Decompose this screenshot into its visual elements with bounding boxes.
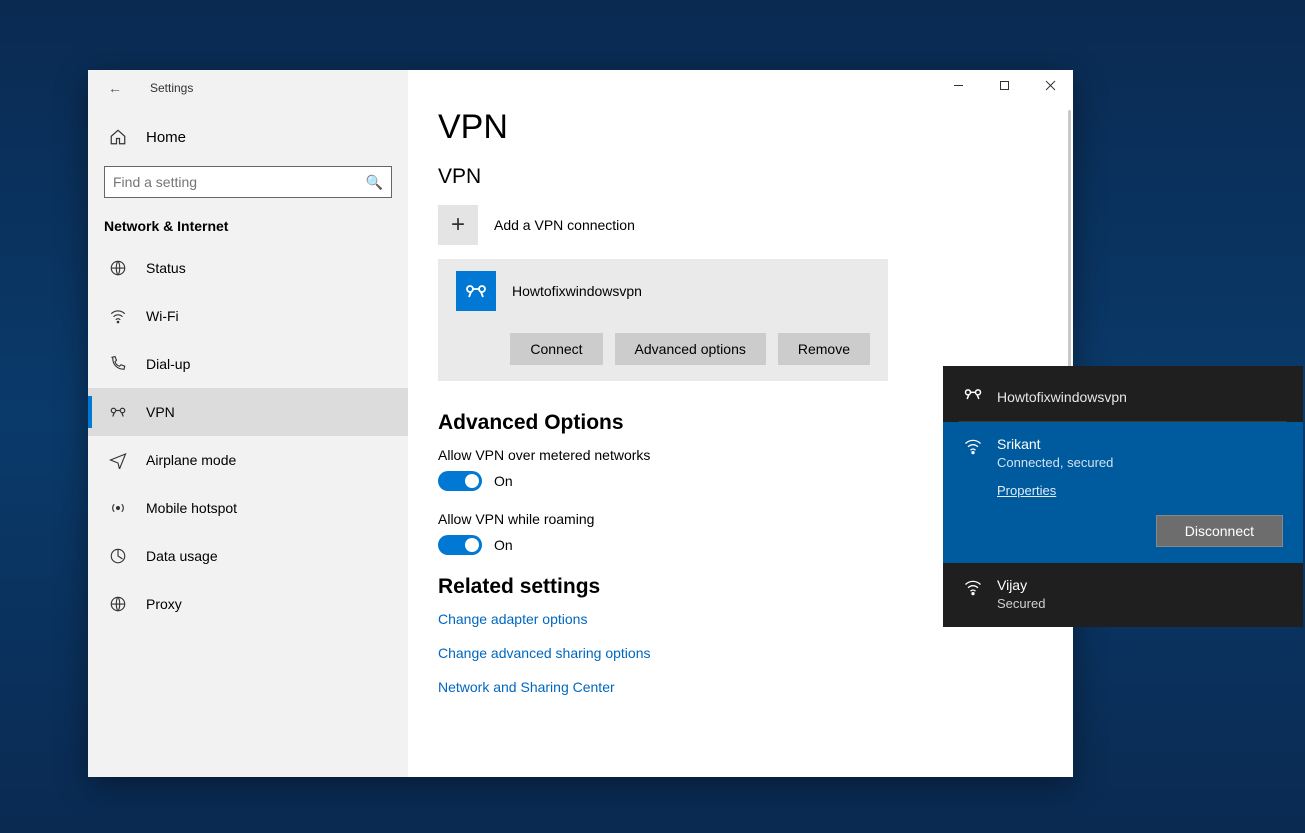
globe-icon: [108, 259, 128, 277]
flyout-network-srikant[interactable]: Srikant Connected, secured Properties Disco…: [943, 422, 1303, 563]
search-box[interactable]: 🔍: [104, 166, 392, 198]
nav-item-data-usage[interactable]: Data usage: [88, 532, 408, 580]
nav-item-label: Status: [146, 260, 186, 276]
home-label: Home: [146, 129, 186, 146]
toggle-metered-state: On: [494, 473, 513, 489]
wifi-icon: [963, 436, 983, 547]
nav-item-proxy[interactable]: Proxy: [88, 580, 408, 628]
category-header: Network & Internet: [88, 198, 408, 244]
vpn-icon: [963, 384, 983, 409]
network-status: Connected, secured: [997, 455, 1283, 470]
vpn-icon: [108, 403, 128, 421]
data-icon: [108, 547, 128, 565]
proxy-icon: [108, 595, 128, 613]
back-arrow-icon[interactable]: ←: [108, 80, 122, 96]
nav-item-vpn[interactable]: VPN: [88, 388, 408, 436]
vpn-connection-name: Howtofixwindowsvpn: [512, 283, 642, 299]
search-wrap: 🔍: [88, 156, 408, 198]
nav-item-label: Mobile hotspot: [146, 500, 237, 516]
network-name: Srikant: [997, 436, 1283, 452]
nav-item-label: Dial-up: [146, 356, 190, 372]
home-icon: [108, 128, 128, 146]
nav-item-label: Data usage: [146, 548, 218, 564]
connect-button[interactable]: Connect: [510, 333, 602, 365]
network-status: Secured: [997, 596, 1283, 611]
search-input[interactable]: [113, 174, 366, 190]
settings-window: ← Settings Home 🔍 Network & Internet Sta…: [88, 70, 1073, 777]
vpn-section-title: VPN: [438, 165, 1043, 189]
flyout-vpn-name: Howtofixwindowsvpn: [997, 389, 1127, 405]
phone-icon: [108, 355, 128, 373]
advanced-options-button[interactable]: Advanced options: [615, 333, 766, 365]
wifi-icon: [963, 577, 983, 611]
app-title: Settings: [150, 81, 193, 95]
vpn-connection-card[interactable]: Howtofixwindowsvpn Connect Advanced opti…: [438, 259, 888, 381]
close-button[interactable]: [1027, 70, 1073, 100]
flyout-network-vijay[interactable]: Vijay Secured: [943, 563, 1303, 627]
scrollbar[interactable]: [1068, 110, 1071, 390]
minimize-button[interactable]: [935, 70, 981, 100]
nav-item-wi-fi[interactable]: Wi-Fi: [88, 292, 408, 340]
vpn-icon: [456, 271, 496, 311]
add-vpn-row[interactable]: + Add a VPN connection: [438, 205, 1043, 245]
plus-icon: +: [438, 205, 478, 245]
link-advanced-sharing[interactable]: Change advanced sharing options: [438, 645, 1043, 661]
page-title: VPN: [438, 108, 1043, 147]
nav-item-label: Proxy: [146, 596, 182, 612]
nav-item-label: Wi-Fi: [146, 308, 179, 324]
add-vpn-label: Add a VPN connection: [494, 217, 635, 233]
nav-item-label: VPN: [146, 404, 175, 420]
maximize-button[interactable]: [981, 70, 1027, 100]
toggle-roaming[interactable]: [438, 535, 482, 555]
nav-item-mobile-hotspot[interactable]: Mobile hotspot: [88, 484, 408, 532]
flyout-vpn-item[interactable]: Howtofixwindowsvpn: [943, 366, 1303, 421]
airplane-icon: [108, 451, 128, 469]
network-flyout: Howtofixwindowsvpn Srikant Connected, sec…: [943, 366, 1303, 627]
remove-button[interactable]: Remove: [778, 333, 870, 365]
network-name: Vijay: [997, 577, 1283, 593]
sidebar: ← Settings Home 🔍 Network & Internet Sta…: [88, 70, 408, 777]
network-properties-link[interactable]: Properties: [997, 483, 1283, 498]
nav-item-status[interactable]: Status: [88, 244, 408, 292]
toggle-roaming-state: On: [494, 537, 513, 553]
toggle-metered[interactable]: [438, 471, 482, 491]
disconnect-button[interactable]: Disconnect: [1156, 515, 1283, 547]
search-icon: 🔍: [366, 174, 383, 191]
nav-item-airplane-mode[interactable]: Airplane mode: [88, 436, 408, 484]
nav-item-label: Airplane mode: [146, 452, 236, 468]
nav-item-dial-up[interactable]: Dial-up: [88, 340, 408, 388]
wifi-icon: [108, 307, 128, 325]
titlebar-right: [408, 70, 1073, 106]
nav-home[interactable]: Home: [88, 118, 408, 156]
hotspot-icon: [108, 499, 128, 517]
titlebar-left: ← Settings: [88, 70, 408, 106]
link-network-sharing-center[interactable]: Network and Sharing Center: [438, 679, 1043, 695]
